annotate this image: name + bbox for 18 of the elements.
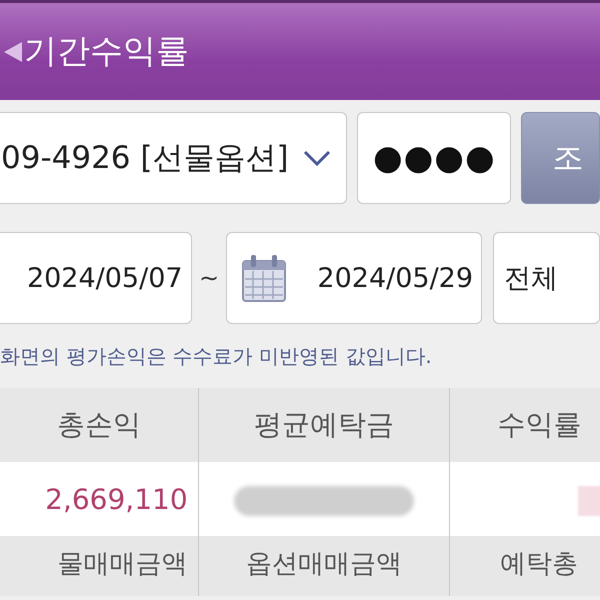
- column-header: 수익률: [449, 388, 600, 462]
- calendar-icon: [241, 253, 288, 303]
- notice-text: 화면의 평가손익은 수수료가 미반영된 값입니다.: [0, 342, 433, 370]
- filter-dropdown[interactable]: 전체: [493, 232, 600, 324]
- column-header: 옵션매매금액: [198, 536, 450, 596]
- account-dropdown[interactable]: 09-4926 [선물옵션]: [0, 112, 348, 204]
- column-header: 예탁총: [449, 536, 600, 596]
- start-date-field[interactable]: 2024/05/07: [0, 232, 192, 324]
- back-icon[interactable]: [4, 42, 22, 62]
- screen-title: 기간수익률: [24, 30, 189, 72]
- end-date-field[interactable]: 2024/05/29: [226, 232, 482, 324]
- chevron-icon: [302, 149, 332, 167]
- table-cell: 2,669,110: [0, 462, 198, 536]
- range-separator: ~: [198, 264, 220, 292]
- password-field[interactable]: ●●●●: [357, 112, 512, 204]
- column-header: 총손익: [0, 388, 198, 462]
- column-header: 물매매금액: [0, 536, 198, 596]
- column-header: 평균예탁금: [198, 388, 450, 462]
